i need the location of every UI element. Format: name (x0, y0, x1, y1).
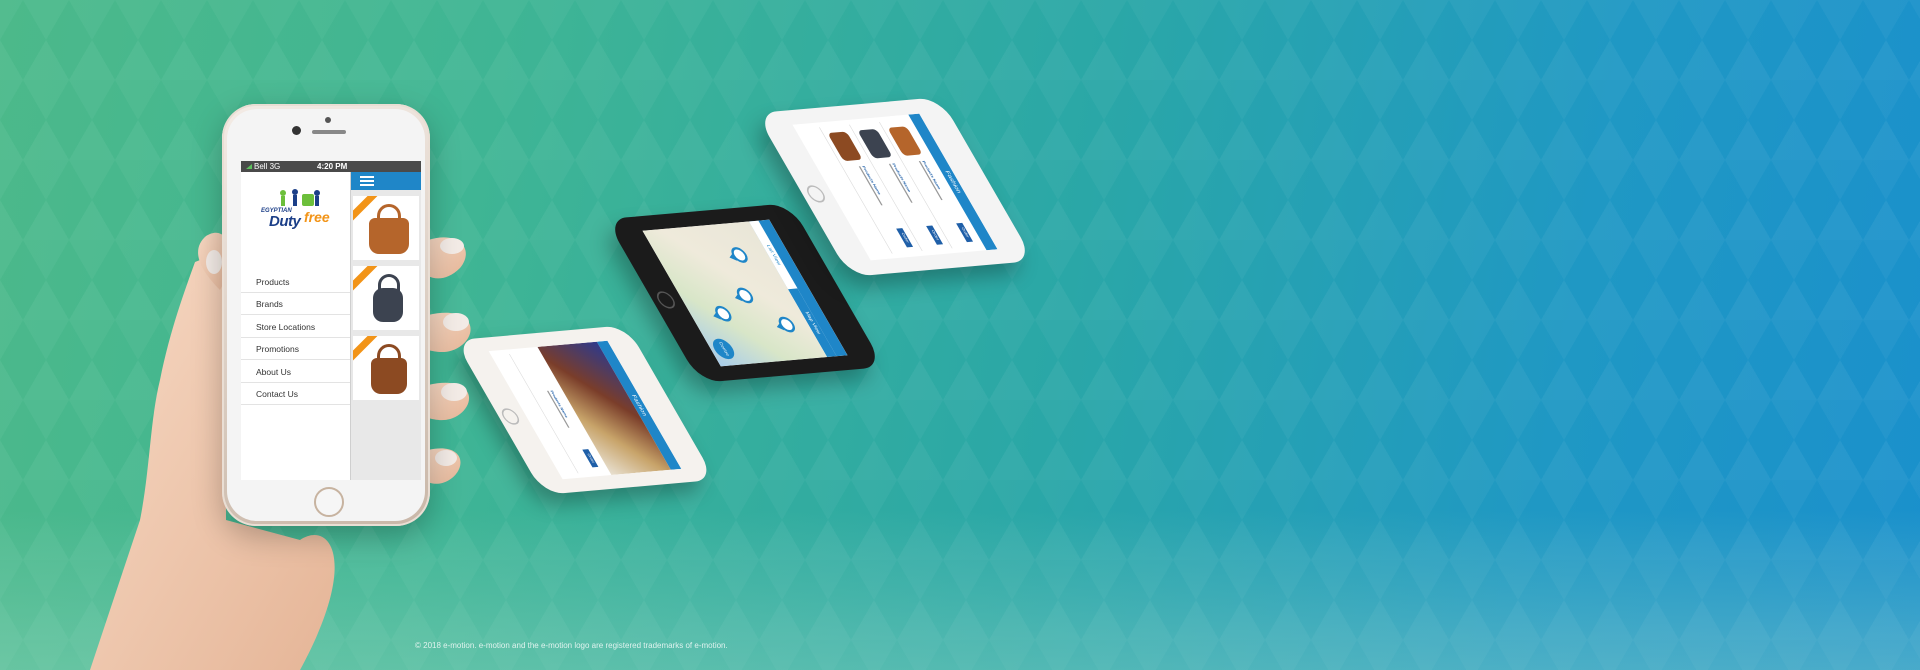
map-pin[interactable] (775, 316, 799, 333)
product-card[interactable] (353, 266, 419, 330)
phone-face: Bell 3G 4:20 PM EGYPTIAN Duty free Produ… (227, 109, 425, 521)
order-button[interactable]: Order (956, 222, 974, 243)
menu-item-products[interactable]: Products (241, 271, 350, 293)
map-pin[interactable] (712, 305, 735, 323)
order-button[interactable]: Order (582, 449, 599, 468)
earpiece-speaker (312, 130, 346, 134)
phone-screen: Bell 3G 4:20 PM EGYPTIAN Duty free Produ… (241, 161, 421, 480)
menu-item-brands[interactable]: Brands (241, 293, 350, 316)
logo-primary-text: Duty (269, 213, 301, 230)
menu-item-promotions[interactable]: Promotions (241, 338, 350, 361)
duty-free-logo: EGYPTIAN Duty free (255, 186, 335, 234)
menu-item-about-us[interactable]: About Us (241, 361, 350, 383)
menu-item-store-locations[interactable]: Store Locations (241, 316, 350, 338)
handbag-image (367, 344, 411, 396)
handbag-image (367, 204, 411, 256)
product-panel (351, 172, 421, 480)
front-camera-icon (292, 126, 301, 135)
menu-list: Products Brands Store Locations Promotio… (241, 271, 350, 405)
iso-phone-top-screen: Fashion Products Name Order Products Nam… (792, 113, 998, 261)
carrier-label: Bell 3G (246, 161, 280, 172)
home-button (314, 487, 344, 517)
main-phone: Bell 3G 4:20 PM EGYPTIAN Duty free Produ… (222, 104, 430, 526)
menu-item-contact-us[interactable]: Contact Us (241, 383, 350, 405)
logo-figures-icon (280, 189, 320, 206)
home-button (803, 184, 829, 204)
hamburger-menu-icon[interactable] (360, 176, 374, 186)
signal-icon (246, 164, 252, 169)
side-menu: EGYPTIAN Duty free Products Brands Store… (241, 172, 351, 480)
home-button (653, 290, 679, 310)
proximity-sensor (325, 117, 331, 123)
app-top-bar (351, 172, 421, 190)
logo-accent-text: free (304, 209, 330, 225)
product-card[interactable] (353, 336, 419, 400)
product-card[interactable] (353, 196, 419, 260)
clock: 4:20 PM (317, 162, 348, 171)
copyright-notice: © 2018 e-motion. e-motion and the e-moti… (415, 641, 728, 650)
status-bar: Bell 3G 4:20 PM (241, 161, 421, 172)
handbag-image (369, 274, 409, 326)
centre-button[interactable]: Centre (708, 338, 739, 360)
iso-phone-top: Fashion Products Name Order Products Nam… (730, 72, 1130, 302)
